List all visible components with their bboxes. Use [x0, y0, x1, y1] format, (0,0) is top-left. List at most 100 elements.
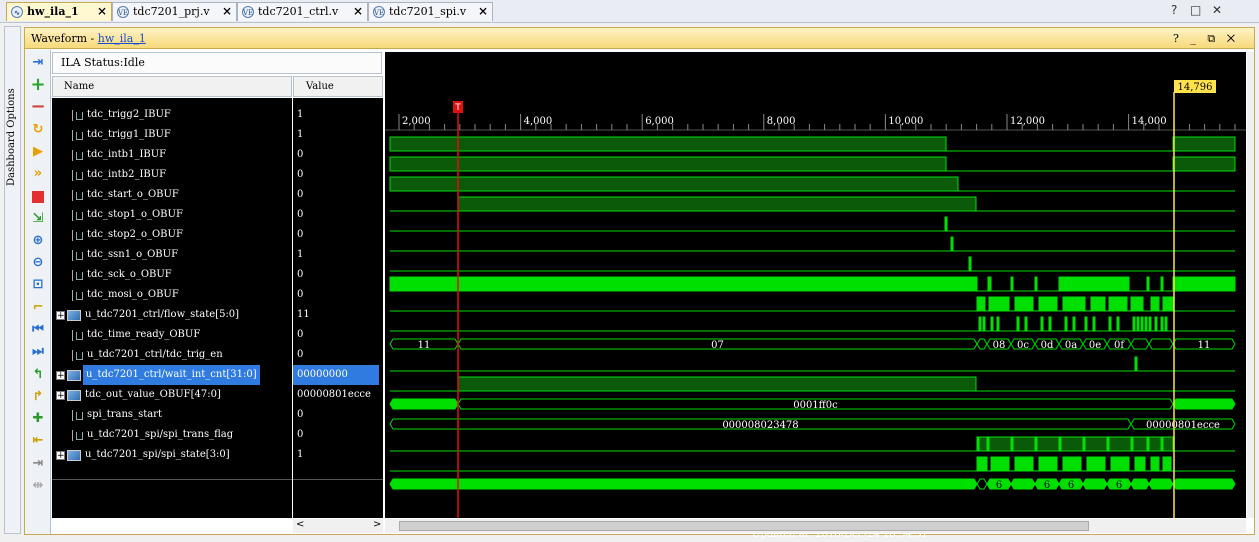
signal-high — [1040, 316, 1044, 332]
signal-icon — [72, 250, 83, 261]
signal-high — [1134, 356, 1138, 372]
tab-tdc7201-prj[interactable]: VE tdc7201_prj.v × — [112, 2, 237, 21]
export-icon[interactable]: ⇲ — [30, 211, 46, 227]
zoom-out-icon[interactable]: ⊖ — [30, 255, 46, 271]
close-icon[interactable]: × — [478, 4, 488, 18]
signal-row[interactable]: tdc_intb2_IBUF — [52, 165, 292, 185]
tab-tdc7201-spi[interactable]: VE tdc7201_spi.v × — [368, 2, 493, 21]
signal-name: spi_trans_start — [87, 409, 162, 420]
close-icon[interactable]: × — [222, 4, 232, 18]
run-immediate-icon[interactable]: ▶ — [30, 144, 46, 160]
zoom-fit-icon[interactable]: ⊡ — [30, 277, 46, 293]
signal-row[interactable]: + u_tdc7201_spi/spi_state[3:0] — [52, 445, 292, 465]
signal-row[interactable]: tdc_stop1_o_OBUF — [52, 205, 292, 225]
fit-icon[interactable]: ⇥ — [30, 55, 46, 71]
signal-high — [976, 296, 986, 312]
close-icon[interactable]: × — [353, 4, 363, 18]
signal-high — [1150, 296, 1160, 312]
expand-icon[interactable]: + — [56, 451, 65, 461]
signal-row[interactable]: tdc_intb1_IBUF — [52, 145, 292, 165]
remove-icon[interactable]: − — [30, 98, 46, 116]
signal-row[interactable]: tdc_trigg2_IBUF — [52, 105, 292, 125]
waveform-window-controls[interactable]: ? _ ⧉ ✕ — [1173, 28, 1239, 49]
signal-high — [982, 316, 986, 332]
waveform-plot[interactable]: 2,000 4,000 6,000 8,000 10,000 12,000 14,000 11… — [385, 52, 1246, 518]
signal-high — [1160, 316, 1164, 332]
signal-high — [990, 456, 1010, 472]
ruler-tick-label: 8,000 — [767, 116, 796, 127]
go-to-end-icon[interactable]: ⏭ — [30, 344, 46, 360]
ruler-tick-label: 2,000 — [402, 116, 431, 127]
auto-run-icon[interactable]: » — [30, 166, 46, 182]
signal-row[interactable]: tdc_trigg1_IBUF — [52, 125, 292, 145]
name-column-header[interactable]: Name — [52, 76, 292, 97]
dashboard-options-strip[interactable]: Dashboard Options — [4, 26, 21, 534]
go-to-cursor-icon[interactable]: ⌐ — [30, 300, 46, 316]
zoom-in-icon[interactable]: ⊕ — [30, 233, 46, 249]
signal-row[interactable]: + u_tdc7201_ctrl/flow_state[5:0] — [52, 305, 292, 325]
signal-high — [1162, 296, 1174, 312]
scroll-right-icon[interactable]: > — [373, 519, 381, 530]
waveform-window: Waveform - hw_ila_1 ? _ ⧉ ✕ ⇥ + − ↻ ▶ » … — [24, 27, 1255, 540]
signal-value: 0 — [297, 329, 304, 340]
signal-row[interactable]: u_tdc7201_spi/spi_trans_flag — [52, 425, 292, 445]
run-trigger-icon[interactable]: ↻ — [30, 122, 46, 138]
add-icon[interactable]: + — [30, 76, 46, 94]
signal-high — [978, 316, 982, 332]
stop-icon[interactable] — [30, 189, 46, 205]
next-transition-icon[interactable]: ↱ — [30, 389, 46, 405]
restore-icon[interactable]: □ — [1190, 3, 1201, 17]
expand-icon[interactable]: + — [56, 311, 65, 321]
signal-high — [1110, 456, 1130, 472]
previous-transition-icon[interactable]: ↰ — [30, 367, 46, 383]
signal-row[interactable]: spi_trans_start — [52, 405, 292, 425]
signal-high — [1014, 296, 1034, 312]
signal-row[interactable]: + u_tdc7201_ctrl/wait_int_cnt[31:0] — [52, 365, 292, 385]
signal-high — [1136, 316, 1140, 332]
add-marker-icon[interactable]: ✚ — [30, 411, 46, 427]
signal-name: tdc_trigg2_IBUF — [87, 109, 171, 120]
signal-row[interactable]: u_tdc7201_ctrl/tdc_trig_en — [52, 345, 292, 365]
tab-tdc7201-ctrl[interactable]: VE tdc7201_ctrl.v × — [237, 2, 368, 21]
go-to-start-icon[interactable]: ⏮ — [30, 322, 46, 338]
signal-name-list: tdc_trigg2_IBUF tdc_trigg1_IBUF tdc_intb1_… — [52, 98, 292, 518]
next-marker-icon[interactable]: ⇥ — [30, 456, 46, 472]
signal-row[interactable]: tdc_stop2_o_OBUF — [52, 225, 292, 245]
signal-row[interactable]: tdc_ssn1_o_OBUF — [52, 245, 292, 265]
ruler-tick-label: 14,000 — [1132, 116, 1167, 127]
signal-high — [1172, 156, 1236, 172]
signal-row[interactable]: tdc_start_o_OBUF — [52, 185, 292, 205]
expand-icon[interactable]: + — [56, 371, 65, 381]
waveform-vertical-scrollbar[interactable] — [1247, 52, 1254, 518]
signal-row[interactable]: + tdc_out_value_OBUF[47:0] — [52, 385, 292, 405]
waveform-horizontal-scrollbar[interactable] — [385, 519, 1246, 533]
waveform-toolbar: ⇥ + − ↻ ▶ » ⇲ ⊕ ⊖ ⊡ ⌐ ⏮ ⏭ ↰ ↱ ✚ ⇤ ⇥ ⇹ — [25, 50, 51, 534]
value-horizontal-scrollbar[interactable]: < > — [293, 519, 383, 533]
expand-icon[interactable]: + — [56, 391, 65, 401]
close-window-icon[interactable]: ✕ — [1212, 3, 1222, 17]
previous-marker-icon[interactable]: ⇤ — [30, 433, 46, 449]
bus-value-label: 08 — [993, 340, 1006, 351]
close-icon[interactable]: × — [97, 4, 107, 18]
signal-high — [1062, 296, 1086, 312]
signal-value: 0 — [297, 189, 304, 200]
bus-segment — [1130, 478, 1150, 490]
bus-value-label: 00000801ecce — [1146, 420, 1220, 431]
list-end-divider — [293, 479, 383, 480]
value-column-header[interactable]: Value — [293, 76, 383, 97]
tab-hw-ila-1[interactable]: ∿ hw_ila_1 × — [6, 2, 112, 21]
signal-high — [1146, 436, 1150, 452]
scroll-thumb[interactable] — [399, 521, 1089, 531]
signal-name: u_tdc7201_ctrl/wait_int_cnt[31:0] — [83, 365, 260, 385]
bus-value-label: 0d — [1041, 340, 1054, 351]
signal-row[interactable]: tdc_time_ready_OBUF — [52, 325, 292, 345]
swap-cursors-icon[interactable]: ⇹ — [30, 478, 46, 494]
help-icon[interactable]: ? — [1171, 3, 1177, 17]
signal-row[interactable]: tdc_sck_o_OBUF — [52, 265, 292, 285]
signal-row[interactable]: tdc_mosi_o_OBUF — [52, 285, 292, 305]
scroll-left-icon[interactable]: < — [296, 519, 304, 530]
waveform-title-link[interactable]: hw_ila_1 — [98, 32, 146, 45]
signal-high — [1038, 296, 1058, 312]
waveform-canvas[interactable]: 2,000 4,000 6,000 8,000 10,000 12,000 14,000 11… — [385, 52, 1246, 540]
signal-high — [976, 436, 1174, 452]
